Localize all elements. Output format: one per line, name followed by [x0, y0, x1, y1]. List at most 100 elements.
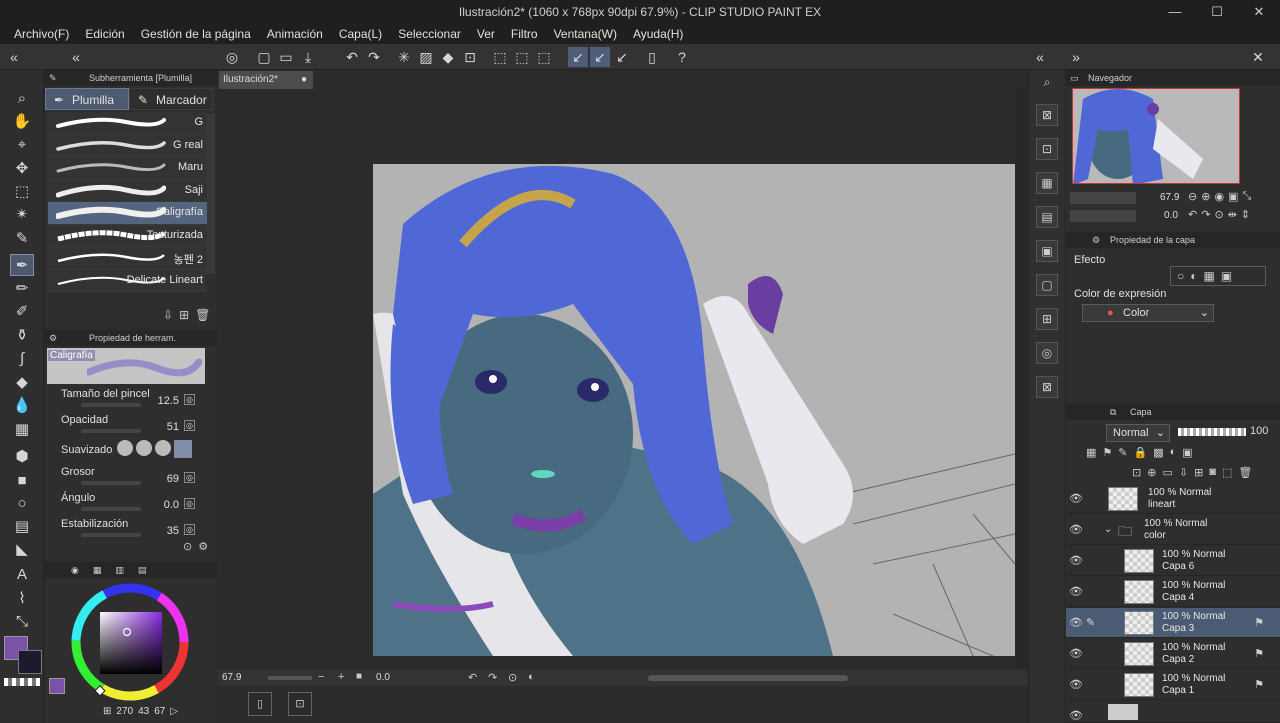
settings-icon[interactable]: ⚙: [198, 540, 208, 553]
airbrush-icon[interactable]: ⚱: [10, 325, 34, 347]
flip-h-icon[interactable]: ⇹: [1228, 208, 1237, 221]
watercolor-effect-icon[interactable]: ◐: [1190, 267, 1197, 285]
device-icon[interactable]: ▯: [642, 47, 662, 67]
eyedropper-icon[interactable]: ✎: [10, 228, 34, 250]
invert-selection-icon[interactable]: ⬚: [512, 47, 532, 67]
material-6-icon[interactable]: ▢: [1036, 274, 1058, 296]
hand-icon[interactable]: ✋: [10, 111, 34, 133]
mask-layer-icon[interactable]: ◙: [1209, 466, 1216, 479]
combine-icon[interactable]: ⊞: [1194, 466, 1203, 479]
draft-icon[interactable]: ✎: [1118, 446, 1127, 459]
lock-transparency-icon[interactable]: ▩: [1153, 446, 1163, 459]
material-4-icon[interactable]: ▤: [1036, 206, 1058, 228]
expand-icon[interactable]: »: [1066, 47, 1086, 67]
hsv-icon[interactable]: ⊞: [103, 706, 111, 717]
slider[interactable]: [81, 481, 141, 485]
clear-icon[interactable]: ▨: [416, 47, 436, 67]
material-9-icon[interactable]: ⊠: [1036, 376, 1058, 398]
snap-special-ruler-icon[interactable]: ↙: [590, 47, 610, 67]
layer-row-capa-6[interactable]: 👁 100 % Normal Capa 6: [1066, 546, 1280, 576]
close-icon[interactable]: ✕: [1238, 0, 1280, 24]
balloon-icon[interactable]: ⌇: [10, 588, 34, 610]
brush-item-nongpen[interactable]: 농펜 2: [48, 247, 207, 270]
zoom-icon[interactable]: ⌕: [10, 88, 34, 110]
navigator-rotation[interactable]: 0.0: [1164, 210, 1178, 221]
collapse-right-panel-icon[interactable]: «: [1030, 47, 1050, 67]
eraser-icon[interactable]: ◆: [10, 372, 34, 394]
layer-row-capa-3[interactable]: 👁 ✎ 100 % Normal Capa 3 ⚑: [1066, 608, 1280, 638]
reset-rotation-icon[interactable]: ⊙: [508, 671, 517, 684]
visibility-eye-icon[interactable]: 👁: [1069, 616, 1083, 629]
reference-icon[interactable]: ⚑: [1102, 446, 1112, 459]
fill-icon[interactable]: ◆: [438, 47, 458, 67]
visibility-eye-icon[interactable]: 👁: [1069, 492, 1083, 505]
intermediate-color-tab-icon[interactable]: ▥: [115, 562, 124, 578]
blend-mode-dropdown[interactable]: Normal ⌄: [1106, 424, 1170, 442]
color-wheel-tab-icon[interactable]: ◉: [71, 562, 79, 578]
border-effect-icon[interactable]: ○: [1177, 267, 1184, 285]
sub-color-swatch[interactable]: [18, 650, 42, 674]
mask-icon[interactable]: ◐: [1170, 446, 1177, 459]
decoration-icon[interactable]: ∫: [10, 348, 34, 370]
text-icon[interactable]: A: [10, 564, 34, 586]
vertical-scrollbar[interactable]: [1016, 88, 1026, 668]
slider[interactable]: [81, 533, 141, 537]
menu-edicion[interactable]: Edición: [77, 24, 132, 44]
layer-panel-icon[interactable]: ⊡: [288, 692, 312, 716]
correct-line-icon[interactable]: ⤡: [10, 611, 34, 633]
rotate-left-icon[interactable]: ↶: [1188, 208, 1197, 221]
new-vector-layer-icon[interactable]: ⊕: [1147, 466, 1156, 479]
brush-item-delicate-lineart[interactable]: Delicate Lineart: [48, 269, 207, 292]
menu-ventana[interactable]: Ventana(W): [546, 24, 625, 44]
transparent-swatch[interactable]: [4, 678, 40, 686]
layer-color-effect-icon[interactable]: ▣: [1221, 267, 1232, 285]
prop-brush-size[interactable]: Tamaño del pincel 12.5 ◎: [59, 388, 209, 412]
pressure-icon[interactable]: ◎: [184, 498, 195, 509]
opacity-value[interactable]: 100: [1250, 425, 1268, 437]
navigator-zoom[interactable]: 67.9: [1160, 192, 1179, 203]
brush-item-caligrafia[interactable]: Caligrafía: [48, 202, 207, 225]
pressure-icon[interactable]: ◎: [184, 420, 195, 431]
layer-row-color-folder[interactable]: 👁 ⌄ 🗀 100 % Normal color: [1066, 515, 1280, 545]
selection-icon[interactable]: ⬚: [10, 181, 34, 203]
menu-archivo[interactable]: Archivo(F): [6, 24, 77, 44]
view-panel-icon[interactable]: ▯: [248, 692, 272, 716]
actual-size-icon[interactable]: ▣: [1228, 190, 1238, 203]
aa-weak-icon[interactable]: [136, 440, 152, 456]
horizontal-scrollbar[interactable]: [648, 675, 848, 681]
brush-icon[interactable]: ✐: [10, 301, 34, 323]
maximize-icon[interactable]: ☐: [1196, 0, 1238, 24]
clip-icon[interactable]: ▦: [1086, 446, 1096, 459]
layer-row-capa-4[interactable]: 👁 100 % Normal Capa 4: [1066, 577, 1280, 607]
prop-angle[interactable]: Ángulo 0.0 ◎: [59, 492, 209, 516]
prop-thickness[interactable]: Grosor 69 ◎: [59, 466, 209, 490]
material-3-icon[interactable]: ▦: [1036, 172, 1058, 194]
rotate-right-icon[interactable]: ↷: [488, 671, 497, 684]
blend-icon[interactable]: 💧: [10, 395, 34, 417]
tab-plumilla[interactable]: ✒ Plumilla: [45, 88, 129, 110]
transform-icon[interactable]: ⊡: [460, 47, 480, 67]
crop-icon[interactable]: ⬚: [534, 47, 554, 67]
slider[interactable]: [81, 429, 141, 433]
snap-grid-icon[interactable]: ↙: [612, 47, 632, 67]
reset-icon[interactable]: ⊙: [183, 540, 192, 553]
layer-row-capa-2[interactable]: 👁 100 % Normal Capa 2 ⚑: [1066, 639, 1280, 669]
navigator-zoom-slider[interactable]: [1070, 192, 1136, 204]
new-raster-layer-icon[interactable]: ⊡: [1132, 466, 1141, 479]
navigator-preview[interactable]: [1072, 88, 1240, 184]
visibility-eye-icon[interactable]: 👁: [1069, 523, 1083, 536]
collapse-left-icon[interactable]: «: [4, 47, 24, 67]
material-2-icon[interactable]: ⊡: [1036, 138, 1058, 160]
fill-bucket-icon[interactable]: ⬢: [10, 446, 34, 468]
slider[interactable]: [81, 507, 141, 511]
zoom-out-icon[interactable]: −: [318, 671, 324, 683]
figure-icon[interactable]: ○: [10, 493, 34, 515]
folder-expand-icon[interactable]: ⌄: [1104, 524, 1112, 535]
flip-v-icon[interactable]: ⇕: [1241, 208, 1250, 221]
visibility-eye-icon[interactable]: 👁: [1069, 554, 1083, 567]
prop-opacity[interactable]: Opacidad 51 ◎: [59, 414, 209, 438]
menu-animacion[interactable]: Animación: [259, 24, 331, 44]
new-folder-icon[interactable]: ▭: [1162, 466, 1172, 479]
collapse-right-icon[interactable]: «: [66, 47, 86, 67]
save-icon[interactable]: ⤓: [298, 47, 318, 67]
